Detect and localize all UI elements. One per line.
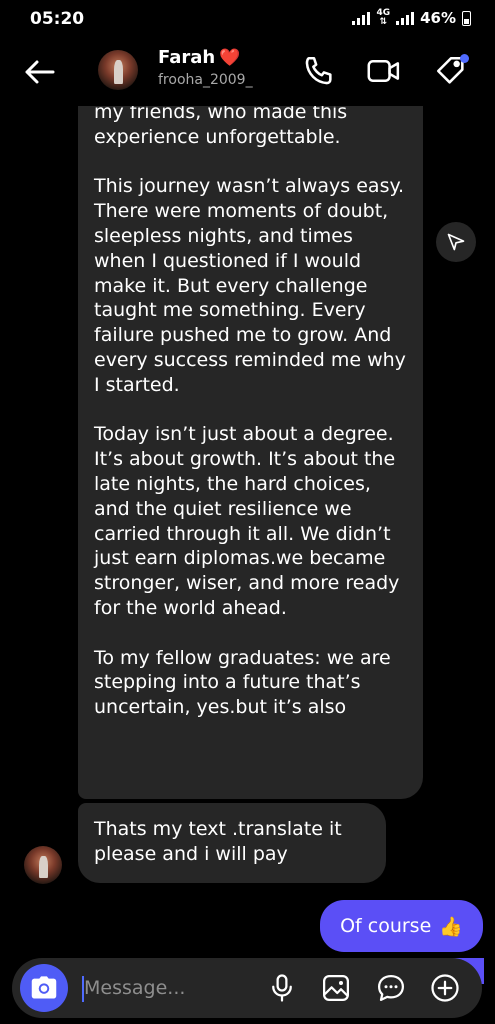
network-type: 4G ⇅ (376, 8, 391, 27)
image-icon (323, 975, 349, 1001)
message-bubble-received[interactable]: Thats my text .translate it please and i… (78, 803, 386, 883)
video-camera-icon (367, 60, 400, 82)
contact-username[interactable]: frooha_2009_ (158, 72, 253, 88)
message-text: Thats my text .translate it please and i… (94, 818, 342, 865)
send-icon (447, 233, 465, 251)
notification-dot (460, 54, 469, 63)
battery-percent: 46% (420, 9, 456, 27)
message-text: Of course (340, 915, 432, 937)
message-bubble-long[interactable]: my friends, who made this experience unf… (78, 60, 423, 799)
status-time: 05:20 (30, 9, 85, 29)
status-indicators: 4G ⇅ 46% (352, 9, 471, 27)
camera-button[interactable] (20, 964, 68, 1012)
message-paragraph: Today isn’t just about a degree. It’s ab… (94, 423, 400, 619)
chat-thread[interactable]: my friends, who made this experience unf… (0, 0, 495, 1024)
contact-avatar[interactable] (98, 50, 138, 90)
camera-icon (31, 976, 57, 999)
status-bar: 05:20 4G ⇅ 46% (0, 0, 495, 38)
plus-circle-icon (431, 974, 459, 1002)
thumbs-up-emoji: 👍 (439, 915, 463, 938)
signal-icon (352, 11, 371, 25)
share-message-button[interactable] (436, 222, 476, 262)
gallery-button[interactable] (321, 973, 351, 1003)
contact-name[interactable]: Farah ❤️ (158, 47, 240, 68)
back-arrow-icon (25, 60, 55, 84)
video-call-button[interactable] (366, 54, 400, 88)
message-bubble-sent[interactable]: Of course 👍 (320, 900, 483, 952)
voice-call-button[interactable] (302, 54, 336, 88)
sender-avatar[interactable] (24, 846, 62, 884)
microphone-icon (272, 974, 292, 1002)
more-options-button[interactable] (430, 973, 460, 1003)
message-paragraph: This journey wasn’t always easy. There w… (94, 175, 406, 396)
signal-icon (396, 11, 415, 25)
message-composer (12, 958, 482, 1018)
battery-icon (462, 10, 471, 26)
message-paragraph: To my fellow graduates: we are stepping … (94, 646, 391, 719)
voice-message-button[interactable] (267, 973, 297, 1003)
chat-bubble-icon (378, 975, 404, 1001)
message-paragraph: my friends, who made this experience unf… (94, 101, 348, 148)
heart-emoji: ❤️ (219, 47, 241, 68)
back-button[interactable] (22, 54, 58, 90)
tag-button[interactable] (434, 54, 469, 88)
sticker-button[interactable] (376, 973, 406, 1003)
message-input[interactable] (84, 970, 254, 1006)
chat-header: Farah ❤️ frooha_2009_ (0, 38, 495, 106)
phone-icon (305, 56, 332, 85)
